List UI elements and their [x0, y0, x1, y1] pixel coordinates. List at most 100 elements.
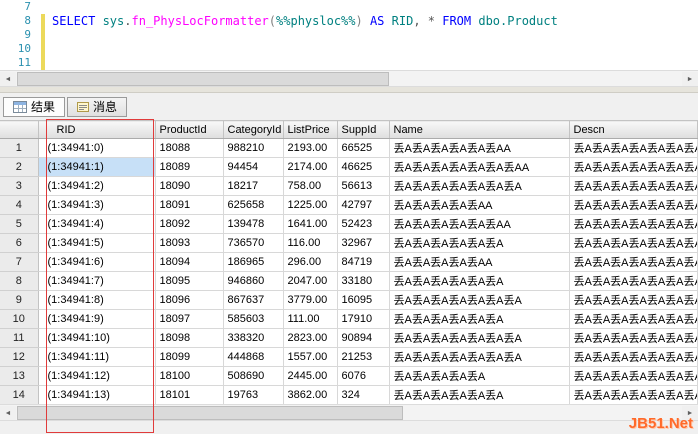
- name-cell[interactable]: 丢A丢A丢A丢A丢A丢A丢A: [389, 347, 570, 367]
- productid-cell[interactable]: 18091: [155, 195, 224, 215]
- suppid-cell[interactable]: 32967: [337, 233, 390, 253]
- row-number-cell[interactable]: 6: [0, 233, 39, 253]
- categoryid-cell[interactable]: 444868: [223, 347, 284, 367]
- descn-cell[interactable]: 丢A丢A丢A丢A丢A丢A丢A丢A丢A: [569, 195, 698, 215]
- row-number-cell[interactable]: 3: [0, 176, 39, 196]
- name-cell[interactable]: 丢A丢A丢A丢A丢A丢A丢A: [389, 328, 570, 348]
- grid-corner-cell[interactable]: [0, 120, 39, 139]
- rid-cell[interactable]: (1:34941:1): [38, 157, 156, 177]
- productid-cell[interactable]: 18098: [155, 328, 224, 348]
- scroll-left-button[interactable]: ◄: [0, 406, 16, 420]
- productid-cell[interactable]: 18093: [155, 233, 224, 253]
- productid-cell[interactable]: 18092: [155, 214, 224, 234]
- scroll-right-button[interactable]: ►: [682, 72, 698, 86]
- name-cell[interactable]: 丢A丢A丢A丢A丢A: [389, 366, 570, 386]
- suppid-cell[interactable]: 42797: [337, 195, 390, 215]
- name-cell[interactable]: 丢A丢A丢A丢A丢A丢AA: [389, 214, 570, 234]
- tab-messages[interactable]: 消息: [67, 96, 128, 117]
- grid-row[interactable]: 9 (1:34941:8) 18096 867637 3779.00 16095…: [0, 290, 698, 310]
- listprice-cell[interactable]: 1557.00: [283, 347, 338, 367]
- categoryid-cell[interactable]: 508690: [223, 366, 284, 386]
- productid-cell[interactable]: 18094: [155, 252, 224, 272]
- listprice-cell[interactable]: 111.00: [283, 309, 338, 329]
- rid-cell[interactable]: (1:34941:4): [38, 214, 156, 234]
- grid-row[interactable]: 10 (1:34941:9) 18097 585603 111.00 17910…: [0, 309, 698, 329]
- tab-results[interactable]: 结果: [3, 96, 66, 117]
- row-number-cell[interactable]: 4: [0, 195, 39, 215]
- descn-cell[interactable]: 丢A丢A丢A丢A丢A丢A丢A丢A丢A: [569, 157, 698, 177]
- grid-row[interactable]: 11 (1:34941:10) 18098 338320 2823.00 908…: [0, 328, 698, 348]
- sql-editor[interactable]: 7 8 9 10 11 SELECT sys.fn_PhysLocFormatt…: [0, 0, 698, 70]
- name-cell[interactable]: 丢A丢A丢A丢A丢A丢A丢A: [389, 290, 570, 310]
- suppid-cell[interactable]: 84719: [337, 252, 390, 272]
- descn-cell[interactable]: 丢A丢A丢A丢A丢A丢A丢A丢A丢A: [569, 214, 698, 234]
- suppid-cell[interactable]: 21253: [337, 347, 390, 367]
- listprice-cell[interactable]: 758.00: [283, 176, 338, 196]
- rid-cell[interactable]: (1:34941:5): [38, 233, 156, 253]
- row-number-cell[interactable]: 14: [0, 385, 39, 405]
- listprice-cell[interactable]: 2193.00: [283, 138, 338, 158]
- categoryid-cell[interactable]: 867637: [223, 290, 284, 310]
- productid-cell[interactable]: 18101: [155, 385, 224, 405]
- name-cell[interactable]: 丢A丢A丢A丢A丢A丢A丢A: [389, 176, 570, 196]
- grid-row[interactable]: 2 (1:34941:1) 18089 94454 2174.00 46625 …: [0, 157, 698, 177]
- categoryid-cell[interactable]: 736570: [223, 233, 284, 253]
- rid-cell[interactable]: (1:34941:3): [38, 195, 156, 215]
- suppid-cell[interactable]: 33180: [337, 271, 390, 291]
- descn-cell[interactable]: 丢A丢A丢A丢A丢A丢A丢A丢A丢A: [569, 309, 698, 329]
- rid-cell[interactable]: (1:34941:11): [38, 347, 156, 367]
- name-cell[interactable]: 丢A丢A丢A丢A丢A丢A丢AA: [389, 157, 570, 177]
- name-cell[interactable]: 丢A丢A丢A丢A丢AA: [389, 252, 570, 272]
- rid-cell[interactable]: (1:34941:12): [38, 366, 156, 386]
- listprice-cell[interactable]: 3862.00: [283, 385, 338, 405]
- listprice-cell[interactable]: 2047.00: [283, 271, 338, 291]
- listprice-cell[interactable]: 116.00: [283, 233, 338, 253]
- column-header-descn[interactable]: Descn: [569, 120, 698, 139]
- grid-row[interactable]: 5 (1:34941:4) 18092 139478 1641.00 52423…: [0, 214, 698, 234]
- suppid-cell[interactable]: 324: [337, 385, 390, 405]
- row-number-cell[interactable]: 12: [0, 347, 39, 367]
- scroll-left-button[interactable]: ◄: [0, 72, 16, 86]
- categoryid-cell[interactable]: 338320: [223, 328, 284, 348]
- grid-row[interactable]: 6 (1:34941:5) 18093 736570 116.00 32967 …: [0, 233, 698, 253]
- name-cell[interactable]: 丢A丢A丢A丢A丢A丢A: [389, 233, 570, 253]
- categoryid-cell[interactable]: 988210: [223, 138, 284, 158]
- grid-row[interactable]: 3 (1:34941:2) 18090 18217 758.00 56613 丢…: [0, 176, 698, 196]
- sql-code-line[interactable]: SELECT sys.fn_PhysLocFormatter(%%physloc…: [52, 14, 558, 28]
- column-header-productid[interactable]: ProductId: [155, 120, 224, 139]
- grid-row[interactable]: 8 (1:34941:7) 18095 946860 2047.00 33180…: [0, 271, 698, 291]
- row-number-cell[interactable]: 2: [0, 157, 39, 177]
- descn-cell[interactable]: 丢A丢A丢A丢A丢A丢A丢A丢A丢A: [569, 271, 698, 291]
- rid-cell[interactable]: (1:34941:6): [38, 252, 156, 272]
- categoryid-cell[interactable]: 94454: [223, 157, 284, 177]
- rid-cell[interactable]: (1:34941:7): [38, 271, 156, 291]
- descn-cell[interactable]: 丢A丢A丢A丢A丢A丢A丢A丢A丢A: [569, 347, 698, 367]
- suppid-cell[interactable]: 6076: [337, 366, 390, 386]
- rid-cell[interactable]: (1:34941:13): [38, 385, 156, 405]
- grid-row[interactable]: 1 (1:34941:0) 18088 988210 2193.00 66525…: [0, 138, 698, 158]
- descn-cell[interactable]: 丢A丢A丢A丢A丢A丢A丢A丢A丢A: [569, 176, 698, 196]
- categoryid-cell[interactable]: 18217: [223, 176, 284, 196]
- listprice-cell[interactable]: 2823.00: [283, 328, 338, 348]
- grid-horizontal-scrollbar[interactable]: ◄ ►: [0, 404, 698, 421]
- row-number-cell[interactable]: 1: [0, 138, 39, 158]
- suppid-cell[interactable]: 52423: [337, 214, 390, 234]
- column-header-suppid[interactable]: SuppId: [337, 120, 390, 139]
- grid-row[interactable]: 14 (1:34941:13) 18101 19763 3862.00 324 …: [0, 385, 698, 405]
- descn-cell[interactable]: 丢A丢A丢A丢A丢A丢A丢A丢A丢A: [569, 233, 698, 253]
- productid-cell[interactable]: 18095: [155, 271, 224, 291]
- productid-cell[interactable]: 18097: [155, 309, 224, 329]
- listprice-cell[interactable]: 1641.00: [283, 214, 338, 234]
- name-cell[interactable]: 丢A丢A丢A丢A丢A丢AA: [389, 138, 570, 158]
- productid-cell[interactable]: 18089: [155, 157, 224, 177]
- suppid-cell[interactable]: 46625: [337, 157, 390, 177]
- row-number-cell[interactable]: 5: [0, 214, 39, 234]
- listprice-cell[interactable]: 3779.00: [283, 290, 338, 310]
- editor-scrollbar-thumb[interactable]: [17, 72, 389, 86]
- suppid-cell[interactable]: 90894: [337, 328, 390, 348]
- column-header-rid[interactable]: RID: [38, 120, 156, 139]
- categoryid-cell[interactable]: 946860: [223, 271, 284, 291]
- grid-row[interactable]: 12 (1:34941:11) 18099 444868 1557.00 212…: [0, 347, 698, 367]
- rid-cell[interactable]: (1:34941:8): [38, 290, 156, 310]
- column-header-name[interactable]: Name: [389, 120, 570, 139]
